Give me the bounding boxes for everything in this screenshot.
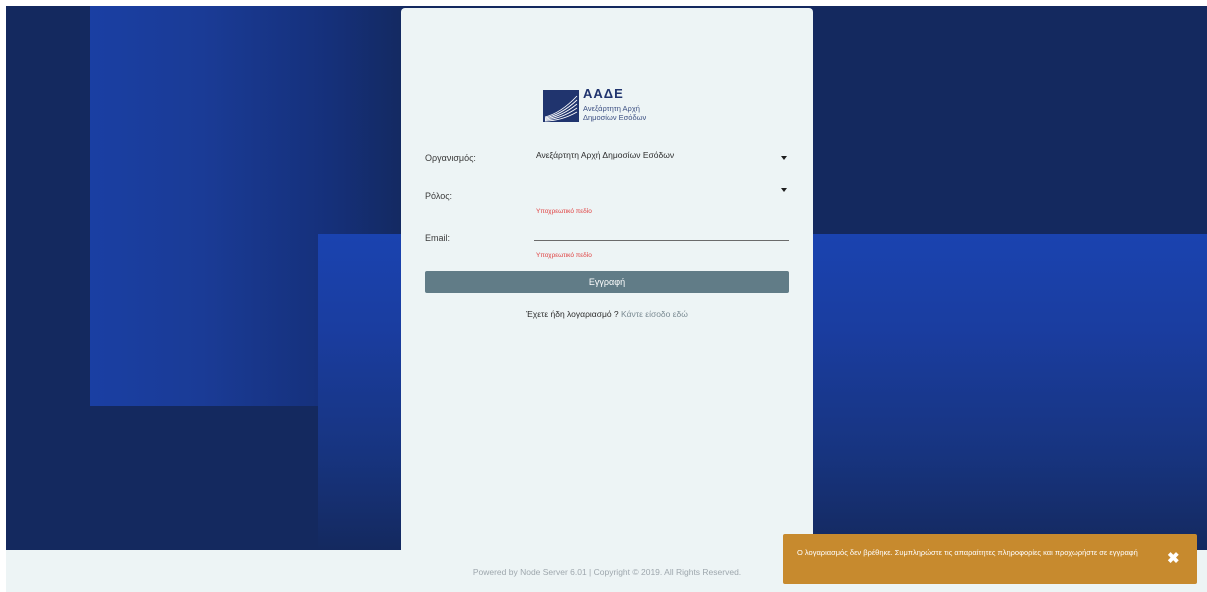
aade-logo: ΑΑΔΕ Ανεξάρτητη Αρχή Δημοσίων Εσόδων — [543, 86, 683, 126]
close-icon[interactable]: ✖ — [1167, 549, 1180, 567]
email-label: Email: — [425, 233, 451, 243]
login-prompt-line: Έχετε ήδη λογαριασμό ? Κάντε είσοδο εδώ — [401, 309, 813, 319]
aade-logo-mark-icon — [543, 90, 579, 122]
notification-toast: Ο λογαριασμός δεν βρέθηκε. Συμπληρώστε τ… — [783, 534, 1197, 584]
role-dropdown-caret-icon[interactable] — [781, 188, 787, 192]
organization-dropdown-caret-icon[interactable] — [781, 156, 787, 160]
logo-subtitle-line2: Δημοσίων Εσόδων — [583, 113, 647, 122]
register-button[interactable]: Εγγραφή — [425, 271, 789, 293]
role-error: Υποχρεωτικό πεδίο — [536, 208, 592, 215]
toast-message: Ο λογαριασμός δεν βρέθηκε. Συμπληρώστε τ… — [797, 548, 1138, 557]
footer-copyright: Powered by Node Server 6.01 | Copyright … — [472, 567, 742, 577]
login-link[interactable]: Κάντε είσοδο εδώ — [621, 309, 688, 319]
role-select[interactable] — [536, 183, 781, 197]
email-input-underline — [534, 240, 789, 241]
organization-label: Οργανισμός: — [425, 153, 476, 163]
login-prompt-text: Έχετε ήδη λογαριασμό ? — [526, 309, 619, 319]
logo-title: ΑΑΔΕ — [583, 86, 624, 101]
logo-subtitle-line1: Ανεξάρτητη Αρχή — [583, 104, 640, 113]
email-error: Υποχρεωτικό πεδίο — [536, 252, 592, 259]
role-label: Ρόλος: — [425, 191, 453, 201]
organization-select[interactable]: Ανεξάρτητη Αρχή Δημοσίων Εσόδων — [536, 150, 674, 160]
registration-card: ΑΑΔΕ Ανεξάρτητη Αρχή Δημοσίων Εσόδων Οργ… — [401, 8, 813, 592]
email-input[interactable] — [536, 228, 786, 240]
